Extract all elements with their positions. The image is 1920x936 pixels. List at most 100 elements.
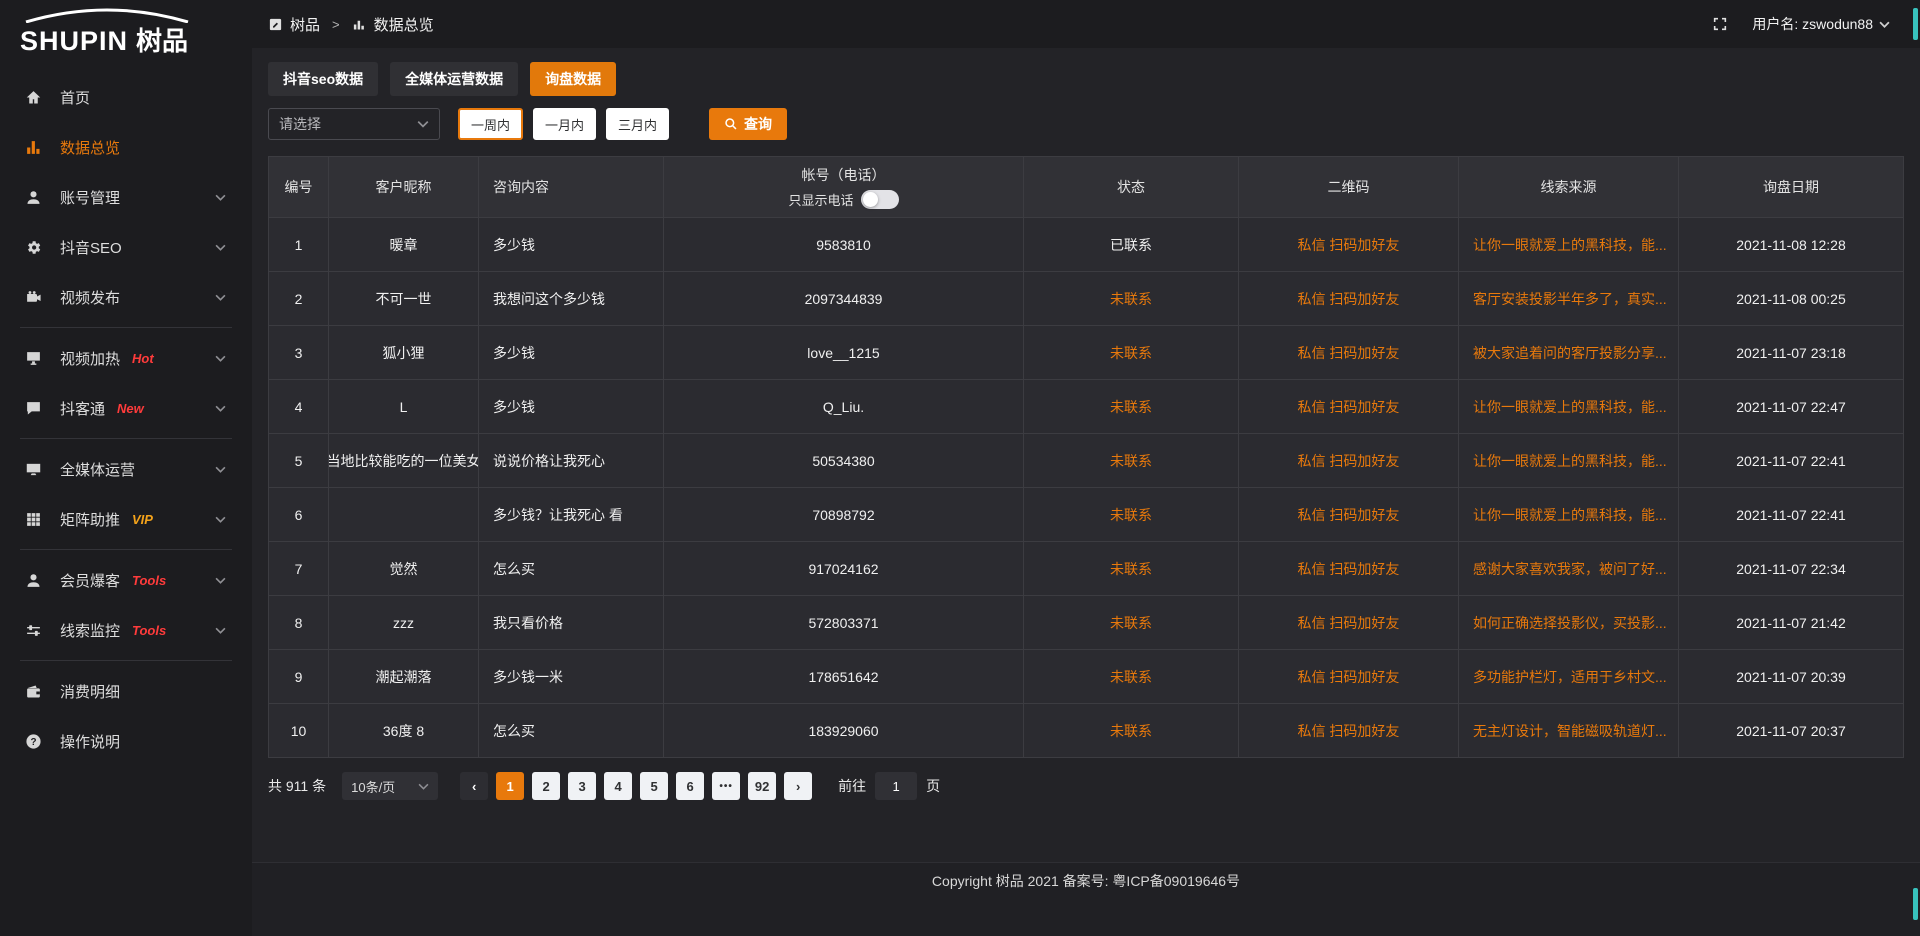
page-button-4[interactable]: 4 xyxy=(604,772,632,800)
cell-status: 已联系 xyxy=(1024,218,1239,271)
sidebar-item-instructions[interactable]: ?操作说明 xyxy=(0,716,252,766)
tab-抖音seo数据[interactable]: 抖音seo数据 xyxy=(268,62,378,96)
chevron-down-icon xyxy=(417,118,429,130)
table-row: 6多少钱？让我死心 看70898792未联系私信 扫码加好友让你一眼就爱上的黑科… xyxy=(269,487,1903,541)
column-header-status: 状态 xyxy=(1024,157,1239,217)
column-header-content: 咨询内容 xyxy=(479,157,664,217)
footer: Copyright 树品 2021 备案号: 粤ICP备09019646号 xyxy=(252,862,1920,936)
page-size-label: 10条/页 xyxy=(351,777,395,796)
cell-date: 2021-11-07 22:34 xyxy=(1679,542,1903,595)
cell-nickname: 36度 8 xyxy=(329,704,479,757)
cell-account: 183929060 xyxy=(664,704,1024,757)
cell-qrcode-link[interactable]: 私信 扫码加好友 xyxy=(1239,596,1459,649)
cell-qrcode-link[interactable]: 私信 扫码加好友 xyxy=(1239,380,1459,433)
sidebar-item-video-publish[interactable]: 视频发布 xyxy=(0,272,252,322)
sidebar-item-account-manage[interactable]: 账号管理 xyxy=(0,172,252,222)
cell-qrcode-link[interactable]: 私信 扫码加好友 xyxy=(1239,650,1459,703)
sidebar-item-label: 账号管理 xyxy=(60,187,120,208)
fullscreen-icon[interactable] xyxy=(1712,16,1728,32)
sidebar-item-video-heat[interactable]: 视频加热Hot xyxy=(0,333,252,383)
user-menu[interactable]: 用户名: zswodun88 xyxy=(1752,14,1890,34)
cell-account: 70898792 xyxy=(664,488,1024,541)
table-row: 4L多少钱Q_Liu.未联系私信 扫码加好友让你一眼就爱上的黑科技，能...20… xyxy=(269,379,1903,433)
cell-account: Q_Liu. xyxy=(664,380,1024,433)
page-jump-input[interactable] xyxy=(875,772,917,800)
tab-全媒体运营数据[interactable]: 全媒体运营数据 xyxy=(390,62,518,96)
bar-chart-icon xyxy=(352,17,367,32)
cell-source-link[interactable]: 感谢大家喜欢我家，被问了好... xyxy=(1459,542,1679,595)
next-page-button[interactable]: › xyxy=(784,772,812,800)
sidebar-item-clue-monitor[interactable]: 线索监控Tools xyxy=(0,605,252,655)
cell-qrcode-link[interactable]: 私信 扫码加好友 xyxy=(1239,704,1459,757)
cell-source-link[interactable]: 让你一眼就爱上的黑科技，能... xyxy=(1459,488,1679,541)
cell-content: 怎么买 xyxy=(479,704,664,757)
cell-content: 多少钱 xyxy=(479,218,664,271)
sidebar-item-douyin-seo[interactable]: 抖音SEO xyxy=(0,222,252,272)
cell-source-link[interactable]: 如何正确选择投影仪，买投影... xyxy=(1459,596,1679,649)
cell-source-link[interactable]: 被大家追着问的客厅投影分享... xyxy=(1459,326,1679,379)
page-button-3[interactable]: 3 xyxy=(568,772,596,800)
sidebar-item-home[interactable]: 首页 xyxy=(0,72,252,122)
cell-source-link[interactable]: 让你一眼就爱上的黑科技，能... xyxy=(1459,380,1679,433)
cell-content: 说说价格让我死心 xyxy=(479,434,664,487)
prev-page-button[interactable]: ‹ xyxy=(460,772,488,800)
scrollbar-thumb[interactable] xyxy=(1913,888,1918,920)
goto-label: 前往 xyxy=(838,776,866,796)
sidebar-item-badge: New xyxy=(117,401,144,416)
cell-source-link[interactable]: 客厅安装投影半年多了，真实... xyxy=(1459,272,1679,325)
cell-source-link[interactable]: 无主灯设计，智能磁吸轨道灯... xyxy=(1459,704,1679,757)
page-button-6[interactable]: 6 xyxy=(676,772,704,800)
chevron-down-icon xyxy=(215,192,226,203)
sidebar-item-label: 首页 xyxy=(60,87,90,108)
cell-date: 2021-11-07 22:41 xyxy=(1679,488,1903,541)
range-button-一月内[interactable]: 一月内 xyxy=(533,108,596,140)
table-row: 7觉然怎么买917024162未联系私信 扫码加好友感谢大家喜欢我家，被问了好.… xyxy=(269,541,1903,595)
sidebar-item-matrix-boost[interactable]: 矩阵助推VIP xyxy=(0,494,252,544)
cell-source-link[interactable]: 让你一眼就爱上的黑科技，能... xyxy=(1459,218,1679,271)
page-button-2[interactable]: 2 xyxy=(532,772,560,800)
cell-qrcode-link[interactable]: 私信 扫码加好友 xyxy=(1239,272,1459,325)
topbar: 树品 > 数据总览 用户名: zswodun88 xyxy=(252,0,1920,48)
chevron-down-icon xyxy=(1879,19,1890,30)
cell-qrcode-link[interactable]: 私信 扫码加好友 xyxy=(1239,434,1459,487)
page-ellipsis-button[interactable]: ••• xyxy=(712,772,740,800)
sidebar-item-doukertong[interactable]: 抖客通New xyxy=(0,383,252,433)
sidebar-item-label: 抖音SEO xyxy=(60,237,122,258)
cell-qrcode-link[interactable]: 私信 扫码加好友 xyxy=(1239,218,1459,271)
phone-only-toggle[interactable] xyxy=(861,190,899,209)
scrollbar-thumb[interactable] xyxy=(1913,8,1918,40)
sidebar-item-member-baoke[interactable]: 会员爆客Tools xyxy=(0,555,252,605)
range-button-三月内[interactable]: 三月内 xyxy=(606,108,669,140)
breadcrumb-item-home[interactable]: 树品 xyxy=(268,14,320,35)
cell-status: 未联系 xyxy=(1024,326,1239,379)
cell-qrcode-link[interactable]: 私信 扫码加好友 xyxy=(1239,542,1459,595)
sidebar-item-badge: Tools xyxy=(132,623,166,638)
query-button-label: 查询 xyxy=(744,114,772,134)
breadcrumb-item-current[interactable]: 数据总览 xyxy=(352,14,434,35)
page-button-92[interactable]: 92 xyxy=(748,772,776,800)
sidebar-divider xyxy=(20,438,232,439)
chevron-down-icon xyxy=(215,575,226,586)
account-select[interactable]: 请选择 xyxy=(268,108,440,140)
sidebar-divider xyxy=(20,549,232,550)
sidebar-nav: 首页数据总览账号管理抖音SEO 视频发布视频加热Hot抖客通New 全媒体运营矩阵助… xyxy=(0,72,252,766)
bar-chart-icon xyxy=(24,138,43,157)
tab-询盘数据[interactable]: 询盘数据 xyxy=(530,62,616,96)
query-button[interactable]: 查询 xyxy=(709,108,787,140)
cell-nickname: 不可一世 xyxy=(329,272,479,325)
page-buttons: 123456 ••• 92 xyxy=(496,772,784,800)
column-header-source: 线索来源 xyxy=(1459,157,1679,217)
sidebar-item-consumption-detail[interactable]: 消费明细 xyxy=(0,666,252,716)
sidebar-item-data-overview[interactable]: 数据总览 xyxy=(0,122,252,172)
cell-account: love__1215 xyxy=(664,326,1024,379)
page-size-select[interactable]: 10条/页 xyxy=(342,772,438,800)
cell-qrcode-link[interactable]: 私信 扫码加好友 xyxy=(1239,488,1459,541)
heat-display-icon xyxy=(24,349,43,368)
page-button-5[interactable]: 5 xyxy=(640,772,668,800)
range-button-一周内[interactable]: 一周内 xyxy=(458,108,523,140)
cell-qrcode-link[interactable]: 私信 扫码加好友 xyxy=(1239,326,1459,379)
cell-source-link[interactable]: 多功能护栏灯，适用于乡村文... xyxy=(1459,650,1679,703)
sidebar-item-media-operation[interactable]: 全媒体运营 xyxy=(0,444,252,494)
cell-source-link[interactable]: 让你一眼就爱上的黑科技，能... xyxy=(1459,434,1679,487)
page-button-1[interactable]: 1 xyxy=(496,772,524,800)
